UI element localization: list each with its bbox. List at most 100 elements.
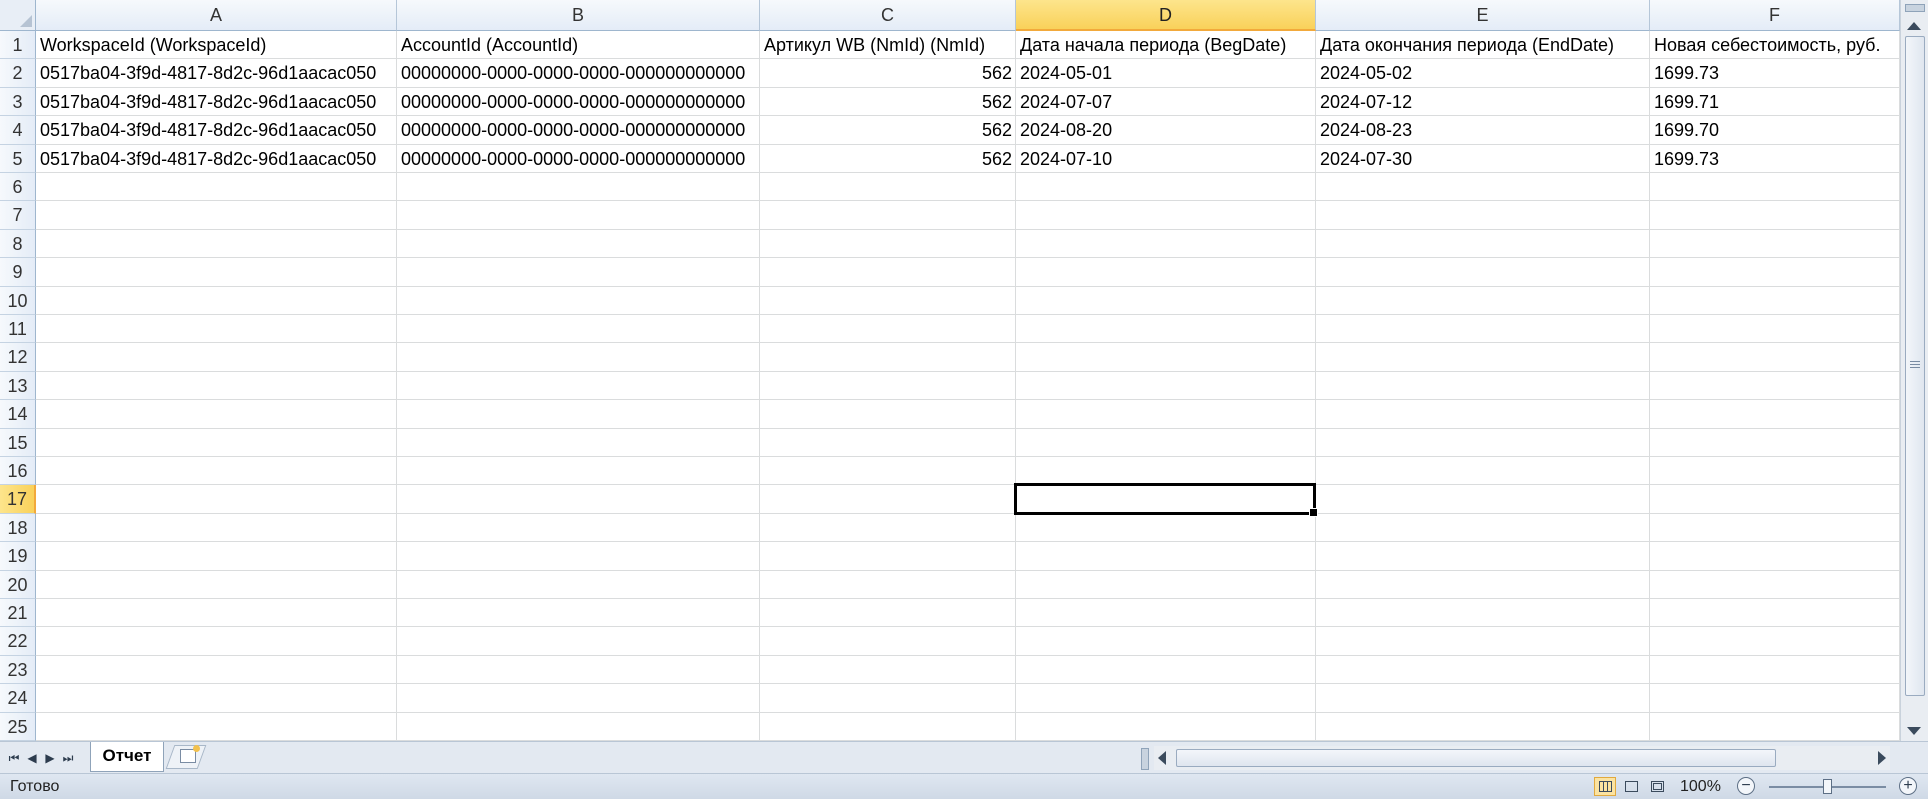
row-header-15[interactable]: 15 (0, 428, 36, 457)
cell-c5[interactable]: 562 (764, 145, 1012, 173)
status-bar: Готово 100% − + (0, 773, 1928, 799)
row-header-24[interactable]: 24 (0, 684, 36, 713)
split-box[interactable] (1905, 4, 1925, 12)
cell-b4[interactable]: 00000000-0000-0000-0000-000000000000 (401, 116, 756, 144)
row-header-19[interactable]: 19 (0, 542, 36, 571)
gridline (36, 512, 1900, 514)
row-header-22[interactable]: 22 (0, 627, 36, 656)
column-header-f[interactable]: F (1650, 0, 1900, 31)
row-header-25[interactable]: 25 (0, 712, 36, 741)
cell-e5[interactable]: 2024-07-30 (1320, 145, 1646, 173)
gridline (36, 200, 1900, 202)
spreadsheet-grid[interactable]: ABCDEF 1 2 3 4 5 6 7 8 9 10 11 12 13 14 15 16 17 18 19 20 21… (0, 0, 1900, 741)
zoom-level[interactable]: 100% (1680, 776, 1721, 798)
gridline (36, 285, 1900, 287)
column-header-d[interactable]: D (1016, 0, 1316, 31)
cell-d4[interactable]: 2024-08-20 (1020, 116, 1312, 144)
gridline (36, 456, 1900, 457)
cell-b1[interactable]: AccountId (AccountId) (401, 31, 756, 59)
page-layout-button[interactable] (1620, 777, 1642, 796)
last-sheet-icon[interactable]: ⏭ (60, 750, 76, 766)
column-header-e[interactable]: E (1316, 0, 1650, 31)
cell-c1[interactable]: Артикул WB (NmId) (NmId) (764, 31, 1012, 59)
select-all-triangle-icon (20, 15, 32, 27)
cell-e3[interactable]: 2024-07-12 (1320, 88, 1646, 116)
cell-b3[interactable]: 00000000-0000-0000-0000-000000000000 (401, 88, 756, 116)
cell-f1[interactable]: Новая себестоимость, руб. (1654, 31, 1896, 59)
cell-c3[interactable]: 562 (764, 88, 1012, 116)
select-all-corner[interactable] (0, 0, 36, 31)
cell-f2[interactable]: 1699.73 (1654, 59, 1896, 87)
cell-e1[interactable]: Дата окончания периода (EndDate) (1320, 31, 1646, 59)
cell-a4[interactable]: 0517ba04-3f9d-4817-8d2c-96d1aacac050 (40, 116, 393, 144)
scroll-up-arrow-icon[interactable] (1907, 22, 1921, 30)
cell-a2[interactable]: 0517ba04-3f9d-4817-8d2c-96d1aacac050 (40, 59, 393, 87)
row-header-16[interactable]: 16 (0, 457, 36, 486)
scroll-left-arrow-icon[interactable] (1158, 751, 1166, 765)
gridline (396, 31, 397, 741)
row-header-14[interactable]: 14 (0, 400, 36, 429)
page-break-preview-button[interactable] (1646, 777, 1668, 796)
active-cell-selection[interactable] (1014, 483, 1318, 517)
sheet-tab-report[interactable]: Отчет (90, 742, 164, 772)
first-sheet-icon[interactable]: ⏮ (6, 750, 22, 766)
normal-view-icon (1599, 781, 1612, 792)
row-header-17[interactable]: 17 (0, 485, 36, 514)
vertical-scroll-thumb[interactable] (1905, 36, 1925, 696)
cell-a3[interactable]: 0517ba04-3f9d-4817-8d2c-96d1aacac050 (40, 88, 393, 116)
cell-b5[interactable]: 00000000-0000-0000-0000-000000000000 (401, 145, 756, 173)
row-header-11[interactable]: 11 (0, 315, 36, 344)
horizontal-scrollbar[interactable] (1154, 746, 1890, 770)
prev-sheet-icon[interactable]: ◀ (24, 750, 40, 766)
cell-a1[interactable]: WorkspaceId (WorkspaceId) (40, 31, 393, 59)
cell-d3[interactable]: 2024-07-07 (1020, 88, 1312, 116)
zoom-slider-thumb[interactable] (1823, 779, 1832, 794)
cell-f3[interactable]: 1699.71 (1654, 88, 1896, 116)
cell-f4[interactable]: 1699.70 (1654, 116, 1896, 144)
row-header-2[interactable]: 2 (0, 59, 36, 88)
row-header-1[interactable]: 1 (0, 31, 36, 60)
row-header-20[interactable]: 20 (0, 570, 36, 599)
column-header-b[interactable]: B (397, 0, 760, 31)
horizontal-split-box[interactable] (1141, 748, 1149, 770)
column-header-c[interactable]: C (760, 0, 1016, 31)
fill-handle[interactable] (1309, 507, 1318, 517)
cell-d5[interactable]: 2024-07-10 (1020, 145, 1312, 173)
gridline (36, 484, 1900, 486)
horizontal-scroll-thumb[interactable] (1176, 749, 1776, 767)
row-header-10[interactable]: 10 (0, 286, 36, 315)
row-header-13[interactable]: 13 (0, 371, 36, 401)
vertical-scrollbar[interactable] (1900, 0, 1928, 741)
scroll-down-arrow-icon[interactable] (1907, 727, 1921, 735)
cell-b2[interactable]: 00000000-0000-0000-0000-000000000000 (401, 59, 756, 87)
cell-c4[interactable]: 562 (764, 116, 1012, 144)
next-sheet-icon[interactable]: ▶ (42, 750, 58, 766)
row-header-4[interactable]: 4 (0, 116, 36, 145)
cell-c2[interactable]: 562 (764, 59, 1012, 87)
zoom-in-button[interactable]: + (1899, 777, 1917, 795)
cell-e2[interactable]: 2024-05-02 (1320, 59, 1646, 87)
cell-f5[interactable]: 1699.73 (1654, 145, 1896, 173)
row-header-23[interactable]: 23 (0, 655, 36, 685)
row-header-21[interactable]: 21 (0, 599, 36, 628)
row-header-3[interactable]: 3 (0, 87, 36, 117)
cell-d1[interactable]: Дата начала периода (BegDate) (1020, 31, 1312, 59)
normal-view-button[interactable] (1594, 777, 1616, 796)
scroll-right-arrow-icon[interactable] (1878, 751, 1886, 765)
row-header-5[interactable]: 5 (0, 144, 36, 173)
cell-e4[interactable]: 2024-08-23 (1320, 116, 1646, 144)
cell-a5[interactable]: 0517ba04-3f9d-4817-8d2c-96d1aacac050 (40, 145, 393, 173)
gridline (36, 427, 1900, 429)
row-header-12[interactable]: 12 (0, 343, 36, 372)
column-header-a[interactable]: A (36, 0, 397, 31)
insert-sheet-icon (180, 745, 200, 763)
row-header-6[interactable]: 6 (0, 173, 36, 202)
row-header-9[interactable]: 9 (0, 258, 36, 287)
row-header-8[interactable]: 8 (0, 229, 36, 259)
gridline (36, 541, 1900, 543)
zoom-out-button[interactable]: − (1737, 777, 1755, 795)
row-header-7[interactable]: 7 (0, 201, 36, 230)
row-header-18[interactable]: 18 (0, 513, 36, 543)
cell-d2[interactable]: 2024-05-01 (1020, 59, 1312, 87)
cell-area[interactable]: WorkspaceId (WorkspaceId) AccountId (Acco… (36, 31, 1900, 741)
